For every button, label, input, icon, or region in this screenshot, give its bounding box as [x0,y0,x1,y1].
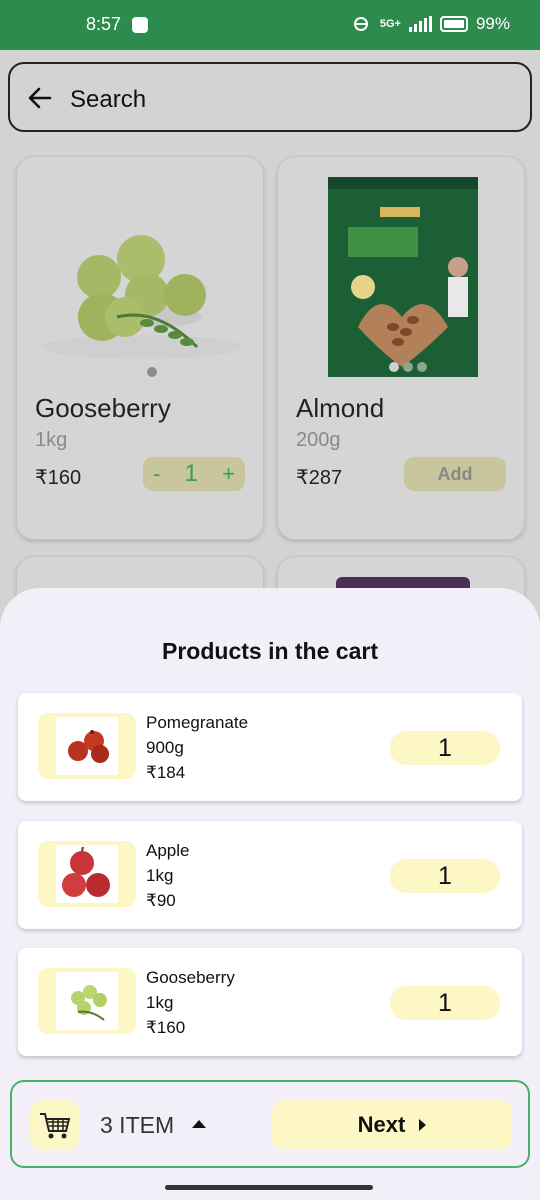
product-weight: 200g [296,429,341,451]
cart-button[interactable] [30,1100,80,1150]
expand-up-icon[interactable] [192,1120,206,1128]
gooseberry-image [56,972,118,1030]
quantity-value: 1 [184,460,198,487]
notification-icon [132,17,148,33]
cart-item-price: ₹160 [146,1018,186,1037]
cart-item-name: Pomegranate [146,713,249,732]
battery-percent: 99% [475,14,510,33]
cart-item-price: ₹184 [146,763,186,782]
chevron-right-icon [419,1119,427,1131]
increment-button[interactable]: + [222,461,235,487]
product-name: Gooseberry [35,393,171,423]
status-bar: 8:57 5G+ 99% [0,0,540,50]
network-label: 5G+ [379,18,401,30]
add-button[interactable]: Add [404,457,506,491]
cart-item-quantity[interactable]: 1 [390,859,500,893]
link-icon [353,17,368,31]
cart-item-quantity[interactable]: 1 [390,731,500,765]
product-card-almond[interactable]: Almond 200g ₹287 Add [277,156,525,540]
cart-item-thumbnail [38,841,136,907]
signal-icon [408,16,432,32]
cart-title: Products in the cart [162,638,378,664]
product-weight: 1kg [35,429,68,451]
cart-item-weight: 1kg [146,866,174,885]
cart-footer: 3 ITEM Next [10,1080,530,1168]
cart-bottom-sheet: Products in the cart Pomegranate 900g ₹1… [0,588,540,1200]
cart-item-thumbnail [38,968,136,1034]
product-card-gooseberry[interactable]: Gooseberry 1kg ₹160 - 1 + [16,156,264,540]
cart-item-weight: 1kg [146,993,174,1012]
next-button-label: Next [357,1112,406,1137]
cart-item-count[interactable]: 3 ITEM [100,1112,174,1139]
search-bar[interactable]: Search [8,62,532,132]
quantity-stepper: - 1 + [143,457,245,491]
cart-item[interactable]: Gooseberry 1kg ₹160 1 [18,948,522,1056]
cart-item[interactable]: Apple 1kg ₹90 1 [18,821,522,929]
decrement-button[interactable]: - [153,461,160,487]
product-price: ₹160 [35,467,82,489]
pomegranate-image [56,717,118,775]
back-arrow-icon[interactable] [26,84,54,112]
carousel-dot [147,367,157,377]
product-name: Almond [296,393,385,423]
search-label: Search [70,86,147,113]
status-icons: 5G+ 99% [350,14,510,34]
battery-icon [439,16,468,32]
cart-item[interactable]: Pomegranate 900g ₹184 1 [18,693,522,801]
cart-item-thumbnail [38,713,136,779]
home-indicator[interactable] [165,1185,373,1190]
cart-item-name: Gooseberry [146,968,235,987]
gooseberry-image [42,235,242,359]
shopping-cart-icon [40,1113,71,1139]
apple-image [56,845,118,903]
status-time: 8:57 [86,14,122,34]
almond-pack-image [328,177,478,377]
next-button[interactable]: Next [272,1100,512,1150]
cart-item-weight: 900g [146,738,184,757]
cart-item-name: Apple [146,841,190,860]
product-price: ₹287 [296,467,343,489]
cart-item-quantity[interactable]: 1 [390,986,500,1020]
cart-item-price: ₹90 [146,891,176,910]
